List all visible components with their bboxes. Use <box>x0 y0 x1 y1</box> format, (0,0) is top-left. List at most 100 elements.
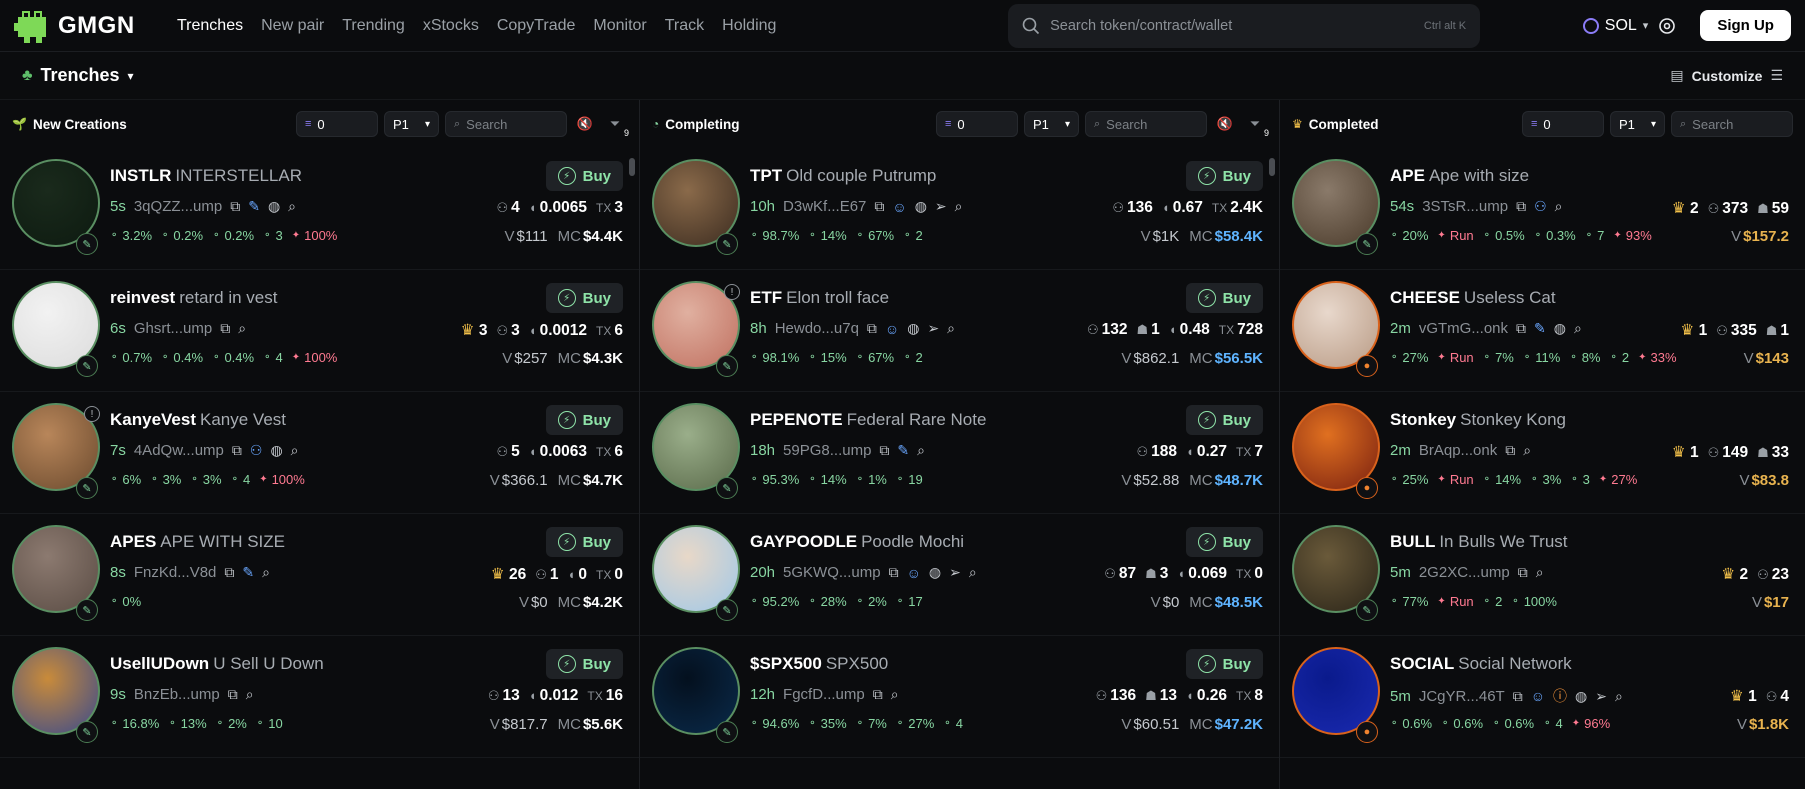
search-icon[interactable]: ⌕ <box>947 320 955 337</box>
buy-button[interactable]: ⚡ Buy <box>545 161 623 191</box>
stat-chip[interactable]: ⚬ 4 <box>263 350 283 365</box>
token-row[interactable]: ✎ INSTLR INTERSTELLAR ⚡ Buy 5s 3qQZZ...ump… <box>0 148 639 270</box>
token-row[interactable]: ✎ reinvest retard in vest ⚡ Buy 6s Ghsrt..… <box>0 270 639 392</box>
buy-button[interactable]: ⚡ Buy <box>1185 405 1263 435</box>
contract-address[interactable]: 3qQZZ...ump <box>134 198 222 215</box>
copy-icon[interactable]: ⧉ <box>873 686 883 703</box>
stat-chip[interactable]: ⚬ 2 <box>903 350 923 365</box>
stat-chip[interactable]: ⚬ 3% <box>1530 472 1561 487</box>
stat-chip[interactable]: ✦ 93% <box>1613 228 1651 243</box>
contract-address[interactable]: 4AdQw...ump <box>134 442 224 459</box>
buy-button[interactable]: ⚡ Buy <box>545 283 623 313</box>
contract-address[interactable]: vGTmG...onk <box>1419 320 1508 337</box>
search-icon[interactable]: ⌕ <box>917 442 925 459</box>
search-icon[interactable]: ⌕ <box>246 686 254 703</box>
copy-icon[interactable]: ⧉ <box>889 564 899 581</box>
copy-icon[interactable]: ⧉ <box>1516 320 1526 337</box>
globe-icon[interactable]: ◍ <box>268 198 280 215</box>
stat-chip[interactable]: ✦ 100% <box>292 228 338 243</box>
token-row[interactable]: ✎ ! ETF Elon troll face ⚡ Buy 8h Hewdo...u… <box>640 270 1279 392</box>
token-row[interactable]: ✎ TPT Old couple Putrump ⚡ Buy 10h D3wKf..… <box>640 148 1279 270</box>
token-name[interactable]: TPT Old couple Putrump <box>750 166 936 186</box>
token-name[interactable]: KanyeVest Kanye Vest <box>110 410 286 430</box>
copy-icon[interactable]: ⧉ <box>867 320 877 337</box>
stat-chip[interactable]: ⚬ 0.5% <box>1483 228 1525 243</box>
contract-address[interactable]: BrAqp...onk <box>1419 442 1497 459</box>
stat-chip[interactable]: ⚬ 3 <box>1570 472 1590 487</box>
token-name[interactable]: UsellUDown U Sell U Down <box>110 654 324 674</box>
group-icon[interactable]: ⚇ <box>1534 198 1547 215</box>
contract-address[interactable]: BnzEb...ump <box>134 686 220 703</box>
logo[interactable]: GMGN <box>14 9 154 43</box>
contract-address[interactable]: FnzKd...V8d <box>134 564 217 581</box>
stat-chip[interactable]: ⚬ 25% <box>1390 472 1428 487</box>
stat-chip[interactable]: ⚬ 2 <box>1610 350 1630 365</box>
contract-address[interactable]: Hewdo...u7q <box>775 320 859 337</box>
buy-button[interactable]: ⚡ Buy <box>1185 527 1263 557</box>
copy-icon[interactable]: ⧉ <box>230 198 240 215</box>
column-search-input[interactable]: ⌕ Search <box>1671 111 1793 137</box>
token-name[interactable]: PEPENOTE Federal Rare Note <box>750 410 986 430</box>
token-row[interactable]: ✎ BULL In Bulls We Trust 5m 2G2XC...ump ⧉… <box>1280 514 1805 636</box>
telegram-icon[interactable]: ➢ <box>935 198 947 215</box>
pump-icon[interactable]: ✎ <box>1534 320 1546 337</box>
search-icon[interactable]: ⌕ <box>291 442 299 459</box>
contract-address[interactable]: 59PG8...ump <box>783 442 871 459</box>
stat-chip[interactable]: ⚬ 98.1% <box>750 350 799 365</box>
stat-chip[interactable]: ⚬ 0.6% <box>1441 716 1483 731</box>
nav-xstocks[interactable]: xStocks <box>414 17 488 35</box>
pump-icon[interactable]: ✎ <box>897 442 909 459</box>
token-row[interactable]: ● Stonkey Stonkey Kong 2m BrAqp...onk ⧉ ⌕… <box>1280 392 1805 514</box>
trenches-dropdown[interactable]: ♣ Trenches ▾ <box>22 65 134 86</box>
stat-chip[interactable]: ⚬ 27% <box>896 716 934 731</box>
nav-new-pair[interactable]: New pair <box>252 17 333 35</box>
copy-icon[interactable]: ⧉ <box>1516 198 1526 215</box>
search-icon[interactable]: ⌕ <box>955 198 963 215</box>
stat-chip[interactable]: ⚬ 98.7% <box>750 228 799 243</box>
copy-icon[interactable]: ⧉ <box>1518 564 1528 581</box>
token-name[interactable]: Stonkey Stonkey Kong <box>1390 410 1566 430</box>
copy-icon[interactable]: ⧉ <box>1505 442 1515 459</box>
preset-select[interactable]: P1 ▾ <box>1024 111 1079 137</box>
stat-chip[interactable]: ✦ Run <box>1437 594 1473 609</box>
stat-chip[interactable]: ✦ 96% <box>1572 716 1610 731</box>
token-row[interactable]: ✎ UsellUDown U Sell U Down ⚡ Buy 9s BnzEb.… <box>0 636 639 758</box>
stat-chip[interactable]: ⚬ 67% <box>856 350 894 365</box>
search-icon[interactable]: ⌕ <box>1555 198 1563 215</box>
stat-chip[interactable]: ⚬ 77% <box>1390 594 1428 609</box>
stat-chip[interactable]: ⚬ 7% <box>1483 350 1514 365</box>
stat-chip[interactable]: ⚬ 100% <box>1511 594 1557 609</box>
buy-button[interactable]: ⚡ Buy <box>1185 161 1263 191</box>
contract-address[interactable]: FgcfD...ump <box>783 686 865 703</box>
stat-chip[interactable]: ⚬ 1% <box>856 472 887 487</box>
telegram-icon[interactable]: ➢ <box>927 320 939 337</box>
preset-select[interactable]: P1 ▾ <box>384 111 439 137</box>
stat-chip[interactable]: ⚬ 0.7% <box>110 350 152 365</box>
buy-button[interactable]: ⚡ Buy <box>545 649 623 679</box>
stat-chip[interactable]: ⚬ 3% <box>150 472 181 487</box>
buy-button[interactable]: ⚡ Buy <box>1185 649 1263 679</box>
token-row[interactable]: ✎ GAYPOODLE Poodle Mochi ⚡ Buy 20h 5GKWQ..… <box>640 514 1279 636</box>
token-row[interactable]: ✎ PEPENOTE Federal Rare Note ⚡ Buy 18h 59P… <box>640 392 1279 514</box>
nav-track[interactable]: Track <box>656 17 713 35</box>
filter-icon[interactable]: ⏷ 9 <box>603 112 629 138</box>
copy-icon[interactable]: ⧉ <box>224 564 234 581</box>
preset-select[interactable]: P1 ▾ <box>1610 111 1665 137</box>
stat-chip[interactable]: ⚬ 0.3% <box>1534 228 1576 243</box>
nav-monitor[interactable]: Monitor <box>584 17 655 35</box>
stat-chip[interactable]: ⚬ 95.2% <box>750 594 799 609</box>
token-row[interactable]: ✎ APES APE WITH SIZE ⚡ Buy 8s FnzKd...V8d … <box>0 514 639 636</box>
stat-chip[interactable]: ⚬ 7 <box>1585 228 1605 243</box>
group-icon[interactable]: ⚇ <box>250 442 263 459</box>
stat-chip[interactable]: ⚬ 2 <box>1483 594 1503 609</box>
search-icon[interactable]: ⌕ <box>238 320 246 337</box>
contract-address[interactable]: Ghsrt...ump <box>134 320 212 337</box>
stat-chip[interactable]: ⚬ 19 <box>896 472 923 487</box>
stat-chip[interactable]: ⚬ 0.2% <box>212 228 254 243</box>
column-search-input[interactable]: ⌕ Search <box>445 111 567 137</box>
stat-chip[interactable]: ⚬ 95.3% <box>750 472 799 487</box>
stat-chip[interactable]: ⚬ 0% <box>110 594 141 609</box>
nav-trenches[interactable]: Trenches <box>168 17 252 35</box>
stat-chip[interactable]: ✦ Run <box>1437 472 1473 487</box>
token-row[interactable]: ● CHEESE Useless Cat 2m vGTmG...onk ⧉ ✎ ◍ ⌕… <box>1280 270 1805 392</box>
